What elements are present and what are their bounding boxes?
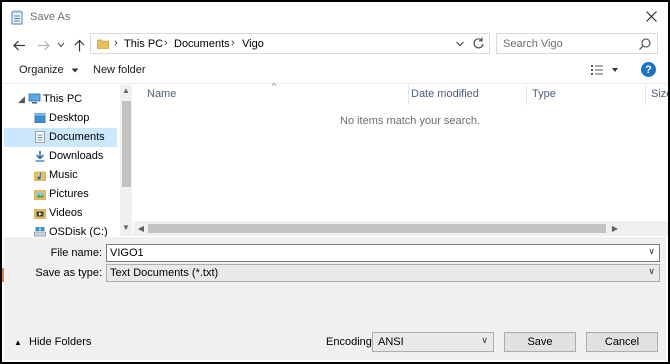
desktop-folder-icon	[34, 112, 46, 124]
encoding-value: ANSI	[378, 336, 404, 348]
search-placeholder: Search Vigo	[503, 38, 563, 50]
sidebar-item-downloads[interactable]: Downloads	[4, 147, 117, 166]
column-header-date-modified[interactable]: Date modified	[411, 88, 479, 100]
pictures-folder-icon	[34, 188, 46, 200]
breadcrumb-chevron-icon: ›	[231, 37, 235, 49]
column-divider[interactable]	[408, 85, 409, 105]
new-folder-button[interactable]: New folder	[93, 64, 146, 76]
column-divider[interactable]	[645, 85, 646, 105]
back-arrow-icon	[12, 40, 25, 50]
chevron-down-icon	[57, 42, 65, 48]
breadcrumb-chevron-icon: ›	[164, 37, 168, 49]
sidebar-item-label: This PC	[43, 93, 83, 105]
background-window-edge	[2, 268, 4, 282]
save-as-dialog: Save As › This PC › Documents › Vigo Sea…	[0, 0, 670, 364]
sidebar-item-documents[interactable]: Documents	[4, 128, 117, 147]
title-bar: Save As	[2, 2, 668, 32]
scroll-right-icon[interactable]: ▶	[609, 222, 621, 235]
save-as-type-value: Text Documents (*.txt)	[110, 267, 219, 279]
hide-folders-button[interactable]: ▲ Hide Folders	[14, 336, 91, 348]
close-icon	[645, 10, 657, 22]
scrollbar-thumb[interactable]	[148, 224, 606, 233]
column-header-type[interactable]: Type	[532, 88, 556, 100]
chevron-down-icon[interactable]: ∨	[481, 335, 488, 346]
cancel-button[interactable]: Cancel	[586, 332, 658, 352]
expand-chevron-icon[interactable]: ◢	[18, 94, 25, 105]
search-icon	[638, 37, 652, 51]
sidebar-item-label: Pictures	[49, 188, 89, 200]
sidebar-item-label: Documents	[49, 131, 105, 143]
hide-folders-label: Hide Folders	[29, 336, 92, 348]
scroll-left-icon[interactable]: ◀	[135, 222, 147, 235]
up-button[interactable]	[71, 37, 87, 53]
column-divider[interactable]	[526, 85, 527, 105]
chevron-down-icon	[456, 41, 464, 47]
navigation-pane: ◢ This PC Desktop Documents Downloads Mu…	[4, 85, 132, 238]
documents-folder-icon	[34, 131, 46, 143]
details-view-icon	[591, 65, 618, 75]
window-title: Save As	[30, 11, 71, 23]
column-header-name[interactable]: Name	[147, 88, 176, 100]
videos-folder-icon	[34, 207, 46, 219]
horizontal-scrollbar[interactable]: ◀ ▶	[133, 221, 668, 236]
breadcrumb-chevron-icon: ›	[114, 37, 118, 49]
breadcrumb-vigo[interactable]: Vigo	[242, 38, 264, 50]
organize-button[interactable]: Organize	[19, 64, 79, 76]
view-options-button[interactable]	[590, 63, 620, 77]
downloads-folder-icon	[34, 150, 46, 162]
scroll-down-icon[interactable]: ▼	[121, 223, 131, 235]
scrollbar-thumb[interactable]	[122, 101, 131, 187]
caret-down-icon	[71, 68, 79, 73]
encoding-select[interactable]: ANSI ∨	[372, 332, 494, 352]
address-dropdown-button[interactable]	[453, 36, 467, 51]
save-as-type-select[interactable]: Text Documents (*.txt) ∨	[106, 264, 660, 282]
empty-message: No items match your search.	[340, 115, 480, 127]
sidebar-item-videos[interactable]: Videos	[4, 204, 117, 223]
command-toolbar: Organize New folder ?	[2, 57, 668, 84]
refresh-icon	[473, 37, 484, 49]
sidebar-item-music[interactable]: Music	[4, 166, 117, 185]
address-bar[interactable]: › This PC › Documents › Vigo	[90, 33, 490, 54]
save-as-type-label: Save as type:	[35, 267, 102, 279]
sidebar-item-label: Downloads	[49, 150, 104, 162]
chevron-down-icon[interactable]: ∨	[648, 246, 655, 257]
sidebar-item-label: Videos	[49, 207, 83, 219]
file-name-value: VIGO1	[110, 247, 144, 259]
forward-button[interactable]	[35, 37, 51, 53]
file-name-field[interactable]: VIGO1 ∨	[106, 244, 660, 262]
scroll-up-icon[interactable]: ▲	[121, 86, 131, 98]
breadcrumb-documents[interactable]: Documents	[174, 38, 230, 50]
up-arrow-icon	[74, 39, 84, 51]
navigation-scrollbar[interactable]: ▲ ▼	[120, 85, 132, 236]
file-name-label: File name:	[50, 247, 102, 259]
sidebar-item-label: Desktop	[49, 112, 90, 124]
back-button[interactable]	[11, 37, 27, 53]
sidebar-item-pictures[interactable]: Pictures	[4, 185, 117, 204]
sidebar-item-desktop[interactable]: Desktop	[4, 109, 117, 128]
sidebar-item-this-pc[interactable]: ◢ This PC	[4, 90, 117, 109]
save-button[interactable]: Save	[504, 332, 576, 352]
organize-label: Organize	[19, 64, 64, 76]
breadcrumb-this-pc[interactable]: This PC	[124, 38, 163, 50]
column-header-size[interactable]: Size	[651, 88, 668, 100]
caret-up-icon: ▲	[14, 338, 22, 347]
refresh-button[interactable]	[471, 36, 486, 51]
search-input[interactable]: Search Vigo	[496, 33, 658, 54]
notepad-icon	[11, 10, 24, 25]
computer-icon	[28, 93, 41, 105]
folder-icon	[97, 38, 109, 49]
sidebar-item-label: Music	[49, 169, 78, 181]
recent-locations-button[interactable]	[56, 37, 66, 53]
file-list-pane: ^ Name Date modified Type Size No items …	[133, 81, 668, 236]
sort-ascending-icon: ^	[272, 81, 277, 91]
encoding-label: Encoding:	[326, 336, 375, 348]
chevron-down-icon[interactable]: ∨	[648, 266, 655, 277]
forward-arrow-icon	[37, 40, 50, 50]
save-form-area: File name: VIGO1 ∨ Save as type: Text Do…	[4, 237, 666, 360]
music-folder-icon	[34, 169, 46, 181]
help-icon[interactable]: ?	[641, 62, 656, 77]
close-button[interactable]	[642, 6, 660, 26]
